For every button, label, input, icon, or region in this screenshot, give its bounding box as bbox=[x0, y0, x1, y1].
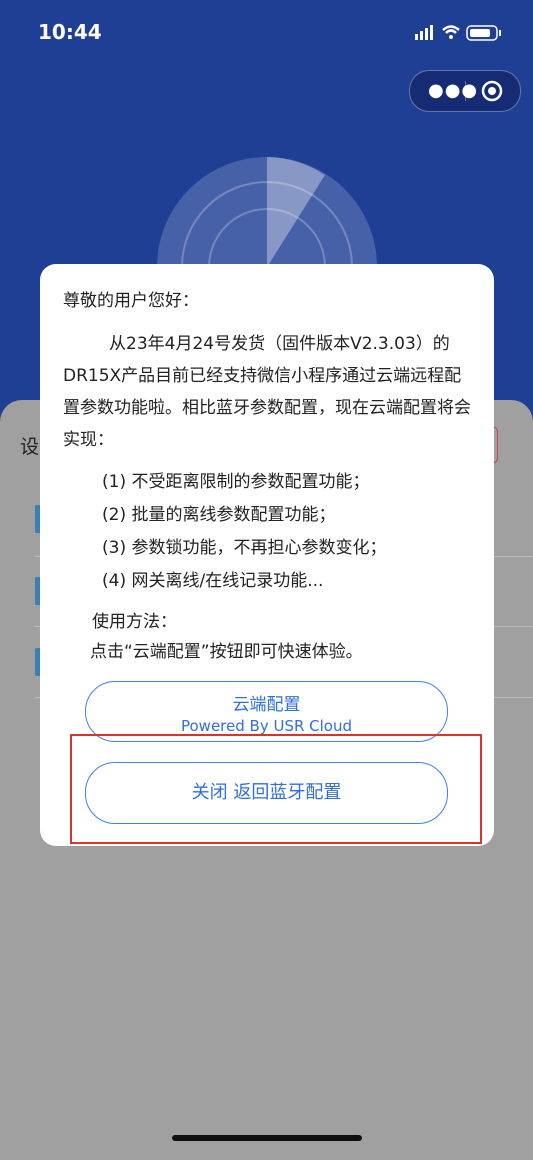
usage-section: 使用方法： 点击“云端配置”按钮即可快速体验。 bbox=[90, 607, 363, 667]
capsule-divider bbox=[465, 81, 466, 101]
list-item: (2) 批量的离线参数配置功能； bbox=[102, 505, 336, 525]
cloud-config-sublabel: Powered By USR Cloud bbox=[180, 717, 352, 735]
home-indicator bbox=[172, 1135, 362, 1141]
highlight-box bbox=[70, 734, 482, 844]
list-item: (1) 不受距离限制的参数配置功能； bbox=[102, 472, 370, 492]
miniprogram-capsule[interactable]: ●●● bbox=[409, 70, 521, 112]
usage-title: 使用方法： bbox=[92, 612, 177, 632]
cloud-config-button[interactable]: 云端配置 Powered By USR Cloud bbox=[85, 681, 448, 742]
status-time: 10:44 bbox=[38, 20, 102, 44]
list-item: (3) 参数锁功能，不再担心参数变化； bbox=[102, 538, 387, 558]
more-icon[interactable]: ●●● bbox=[428, 80, 478, 101]
usage-text: 点击“云端配置”按钮即可快速体验。 bbox=[90, 642, 363, 662]
signal-wifi-battery-icon bbox=[415, 25, 501, 41]
modal-paragraph: 从23年4月24号发货（固件版本V2.3.03）的DR15X产品目前已经支持微信… bbox=[63, 334, 471, 450]
feature-list: (1) 不受距离限制的参数配置功能； (2) 批量的离线参数配置功能； (3) … bbox=[102, 466, 386, 598]
modal-greeting: 尊敬的用户您好： bbox=[63, 291, 199, 311]
cloud-config-label: 云端配置 bbox=[232, 695, 301, 715]
status-icons bbox=[415, 22, 505, 48]
list-item: (4) 网关离线/在线记录功能... bbox=[102, 571, 324, 591]
background-label: 设 bbox=[20, 436, 40, 458]
close-target-icon[interactable] bbox=[480, 79, 504, 103]
